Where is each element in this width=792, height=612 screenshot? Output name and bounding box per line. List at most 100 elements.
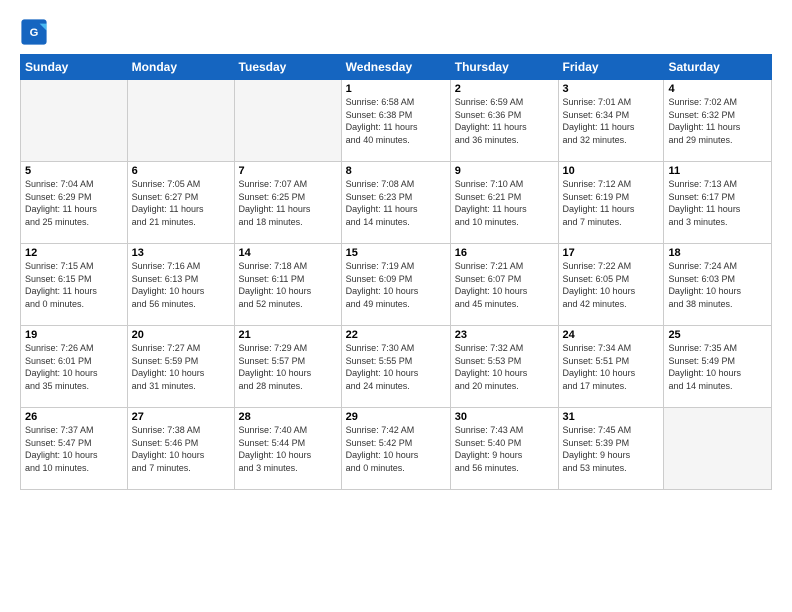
day-info: Sunrise: 7:24 AM Sunset: 6:03 PM Dayligh… <box>668 260 767 310</box>
day-number: 18 <box>668 247 767 259</box>
calendar-cell: 25Sunrise: 7:35 AM Sunset: 5:49 PM Dayli… <box>664 326 772 408</box>
day-info: Sunrise: 7:26 AM Sunset: 6:01 PM Dayligh… <box>25 342 123 392</box>
day-number: 19 <box>25 329 123 341</box>
calendar-cell: 12Sunrise: 7:15 AM Sunset: 6:15 PM Dayli… <box>21 244 128 326</box>
calendar-cell: 9Sunrise: 7:10 AM Sunset: 6:21 PM Daylig… <box>450 162 558 244</box>
calendar-cell: 13Sunrise: 7:16 AM Sunset: 6:13 PM Dayli… <box>127 244 234 326</box>
day-info: Sunrise: 7:13 AM Sunset: 6:17 PM Dayligh… <box>668 178 767 228</box>
calendar-cell: 14Sunrise: 7:18 AM Sunset: 6:11 PM Dayli… <box>234 244 341 326</box>
week-row-0: 1Sunrise: 6:58 AM Sunset: 6:38 PM Daylig… <box>21 80 772 162</box>
day-number: 13 <box>132 247 230 259</box>
calendar-cell: 28Sunrise: 7:40 AM Sunset: 5:44 PM Dayli… <box>234 408 341 490</box>
day-number: 12 <box>25 247 123 259</box>
calendar-cell <box>127 80 234 162</box>
svg-text:G: G <box>30 27 39 39</box>
day-info: Sunrise: 7:04 AM Sunset: 6:29 PM Dayligh… <box>25 178 123 228</box>
calendar-cell: 29Sunrise: 7:42 AM Sunset: 5:42 PM Dayli… <box>341 408 450 490</box>
day-info: Sunrise: 6:59 AM Sunset: 6:36 PM Dayligh… <box>455 96 554 146</box>
weekday-header-wednesday: Wednesday <box>341 55 450 80</box>
day-number: 22 <box>346 329 446 341</box>
day-info: Sunrise: 7:19 AM Sunset: 6:09 PM Dayligh… <box>346 260 446 310</box>
day-number: 11 <box>668 165 767 177</box>
weekday-header-thursday: Thursday <box>450 55 558 80</box>
calendar-cell <box>234 80 341 162</box>
day-number: 16 <box>455 247 554 259</box>
calendar-cell: 20Sunrise: 7:27 AM Sunset: 5:59 PM Dayli… <box>127 326 234 408</box>
weekday-header-saturday: Saturday <box>664 55 772 80</box>
day-info: Sunrise: 7:35 AM Sunset: 5:49 PM Dayligh… <box>668 342 767 392</box>
calendar-cell: 8Sunrise: 7:08 AM Sunset: 6:23 PM Daylig… <box>341 162 450 244</box>
day-info: Sunrise: 7:32 AM Sunset: 5:53 PM Dayligh… <box>455 342 554 392</box>
week-row-3: 19Sunrise: 7:26 AM Sunset: 6:01 PM Dayli… <box>21 326 772 408</box>
day-info: Sunrise: 7:45 AM Sunset: 5:39 PM Dayligh… <box>563 424 660 474</box>
calendar-cell: 23Sunrise: 7:32 AM Sunset: 5:53 PM Dayli… <box>450 326 558 408</box>
calendar-cell: 10Sunrise: 7:12 AM Sunset: 6:19 PM Dayli… <box>558 162 664 244</box>
day-info: Sunrise: 7:43 AM Sunset: 5:40 PM Dayligh… <box>455 424 554 474</box>
day-info: Sunrise: 7:37 AM Sunset: 5:47 PM Dayligh… <box>25 424 123 474</box>
calendar-cell <box>664 408 772 490</box>
calendar-cell: 7Sunrise: 7:07 AM Sunset: 6:25 PM Daylig… <box>234 162 341 244</box>
day-number: 3 <box>563 83 660 95</box>
calendar-cell: 2Sunrise: 6:59 AM Sunset: 6:36 PM Daylig… <box>450 80 558 162</box>
day-number: 14 <box>239 247 337 259</box>
day-number: 9 <box>455 165 554 177</box>
calendar-cell: 4Sunrise: 7:02 AM Sunset: 6:32 PM Daylig… <box>664 80 772 162</box>
day-number: 29 <box>346 411 446 423</box>
day-info: Sunrise: 7:30 AM Sunset: 5:55 PM Dayligh… <box>346 342 446 392</box>
calendar-cell: 22Sunrise: 7:30 AM Sunset: 5:55 PM Dayli… <box>341 326 450 408</box>
day-number: 31 <box>563 411 660 423</box>
page: G SundayMondayTuesdayWednesdayThursdayFr… <box>0 0 792 612</box>
weekday-header-friday: Friday <box>558 55 664 80</box>
day-info: Sunrise: 7:22 AM Sunset: 6:05 PM Dayligh… <box>563 260 660 310</box>
day-number: 8 <box>346 165 446 177</box>
day-number: 6 <box>132 165 230 177</box>
calendar-cell: 26Sunrise: 7:37 AM Sunset: 5:47 PM Dayli… <box>21 408 128 490</box>
calendar-cell: 18Sunrise: 7:24 AM Sunset: 6:03 PM Dayli… <box>664 244 772 326</box>
day-number: 23 <box>455 329 554 341</box>
header: G <box>20 18 772 46</box>
day-number: 24 <box>563 329 660 341</box>
day-info: Sunrise: 7:34 AM Sunset: 5:51 PM Dayligh… <box>563 342 660 392</box>
day-info: Sunrise: 7:18 AM Sunset: 6:11 PM Dayligh… <box>239 260 337 310</box>
day-info: Sunrise: 7:07 AM Sunset: 6:25 PM Dayligh… <box>239 178 337 228</box>
calendar-cell: 31Sunrise: 7:45 AM Sunset: 5:39 PM Dayli… <box>558 408 664 490</box>
day-info: Sunrise: 7:05 AM Sunset: 6:27 PM Dayligh… <box>132 178 230 228</box>
day-number: 25 <box>668 329 767 341</box>
day-info: Sunrise: 7:42 AM Sunset: 5:42 PM Dayligh… <box>346 424 446 474</box>
day-number: 2 <box>455 83 554 95</box>
day-info: Sunrise: 7:16 AM Sunset: 6:13 PM Dayligh… <box>132 260 230 310</box>
day-number: 26 <box>25 411 123 423</box>
day-info: Sunrise: 7:01 AM Sunset: 6:34 PM Dayligh… <box>563 96 660 146</box>
calendar-cell: 11Sunrise: 7:13 AM Sunset: 6:17 PM Dayli… <box>664 162 772 244</box>
week-row-1: 5Sunrise: 7:04 AM Sunset: 6:29 PM Daylig… <box>21 162 772 244</box>
day-number: 5 <box>25 165 123 177</box>
day-info: Sunrise: 7:40 AM Sunset: 5:44 PM Dayligh… <box>239 424 337 474</box>
calendar-cell <box>21 80 128 162</box>
day-number: 27 <box>132 411 230 423</box>
day-number: 28 <box>239 411 337 423</box>
day-number: 20 <box>132 329 230 341</box>
calendar: SundayMondayTuesdayWednesdayThursdayFrid… <box>20 54 772 490</box>
calendar-cell: 1Sunrise: 6:58 AM Sunset: 6:38 PM Daylig… <box>341 80 450 162</box>
calendar-cell: 17Sunrise: 7:22 AM Sunset: 6:05 PM Dayli… <box>558 244 664 326</box>
day-info: Sunrise: 6:58 AM Sunset: 6:38 PM Dayligh… <box>346 96 446 146</box>
week-row-2: 12Sunrise: 7:15 AM Sunset: 6:15 PM Dayli… <box>21 244 772 326</box>
day-info: Sunrise: 7:21 AM Sunset: 6:07 PM Dayligh… <box>455 260 554 310</box>
day-number: 17 <box>563 247 660 259</box>
calendar-cell: 16Sunrise: 7:21 AM Sunset: 6:07 PM Dayli… <box>450 244 558 326</box>
day-number: 30 <box>455 411 554 423</box>
weekday-header-row: SundayMondayTuesdayWednesdayThursdayFrid… <box>21 55 772 80</box>
calendar-cell: 15Sunrise: 7:19 AM Sunset: 6:09 PM Dayli… <box>341 244 450 326</box>
day-info: Sunrise: 7:38 AM Sunset: 5:46 PM Dayligh… <box>132 424 230 474</box>
calendar-cell: 19Sunrise: 7:26 AM Sunset: 6:01 PM Dayli… <box>21 326 128 408</box>
day-number: 10 <box>563 165 660 177</box>
day-number: 15 <box>346 247 446 259</box>
day-info: Sunrise: 7:10 AM Sunset: 6:21 PM Dayligh… <box>455 178 554 228</box>
day-info: Sunrise: 7:12 AM Sunset: 6:19 PM Dayligh… <box>563 178 660 228</box>
day-info: Sunrise: 7:29 AM Sunset: 5:57 PM Dayligh… <box>239 342 337 392</box>
calendar-cell: 6Sunrise: 7:05 AM Sunset: 6:27 PM Daylig… <box>127 162 234 244</box>
calendar-cell: 30Sunrise: 7:43 AM Sunset: 5:40 PM Dayli… <box>450 408 558 490</box>
logo: G <box>20 18 52 46</box>
weekday-header-monday: Monday <box>127 55 234 80</box>
day-info: Sunrise: 7:15 AM Sunset: 6:15 PM Dayligh… <box>25 260 123 310</box>
